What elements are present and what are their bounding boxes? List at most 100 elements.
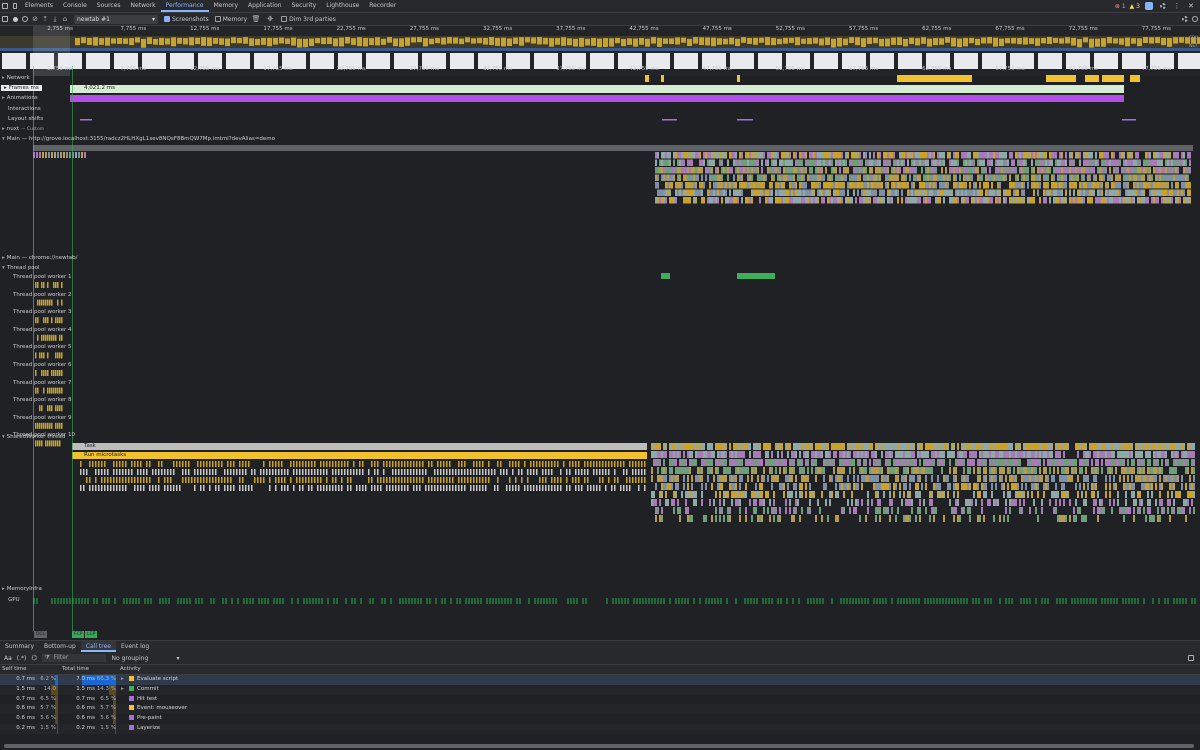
trace-event[interactable] [473,469,475,475]
trace-event[interactable] [975,152,977,159]
trace-event[interactable] [1031,167,1033,174]
trace-event[interactable] [747,182,749,189]
worker-task[interactable] [51,405,53,412]
trace-event[interactable] [1155,451,1157,458]
gpu-task[interactable] [441,598,443,604]
trace-event[interactable] [665,491,667,498]
trace-event[interactable] [1171,167,1173,174]
trace-event[interactable] [368,477,370,483]
trace-event[interactable] [1177,507,1179,514]
capture-settings-icon[interactable] [1180,14,1190,24]
trace-event[interactable] [1115,174,1117,182]
trace-event[interactable] [817,174,819,182]
trace-event[interactable] [911,451,913,458]
trace-event[interactable] [873,467,875,474]
trace-event[interactable] [877,499,879,506]
gpu-task[interactable] [312,598,314,604]
trace-event[interactable] [781,152,783,159]
trace-event[interactable] [1123,167,1125,174]
trace-event[interactable] [727,174,729,182]
trace-event[interactable] [869,174,871,182]
trace-event[interactable] [793,197,795,204]
trace-event[interactable] [1017,443,1019,450]
trace-event[interactable] [545,469,547,475]
trace-event[interactable] [488,477,490,483]
trace-event[interactable] [803,467,805,474]
gpu-task[interactable] [507,598,509,604]
trace-event[interactable] [260,477,262,483]
trace-event[interactable] [953,467,955,474]
trace-event[interactable] [879,507,881,514]
trace-event[interactable] [75,152,77,158]
trace-event[interactable] [518,469,520,475]
trace-event[interactable] [1009,491,1011,498]
trace-event[interactable] [1063,159,1065,167]
trace-event[interactable] [949,152,951,159]
trace-event[interactable] [779,189,781,197]
trace-event[interactable] [479,461,481,467]
trace-event[interactable] [867,507,869,514]
trace-event[interactable] [689,174,691,182]
trace-event[interactable] [985,459,987,466]
trace-event[interactable] [1015,167,1017,174]
trace-event[interactable] [386,485,388,491]
trace-event[interactable] [813,182,815,189]
trace-event[interactable] [921,443,923,450]
trace-event[interactable] [851,159,853,167]
trace-event[interactable] [1051,459,1053,466]
trace-event[interactable] [863,189,865,197]
trace-event[interactable] [494,485,496,491]
trace-event[interactable] [713,174,715,182]
gpu-task[interactable] [1194,598,1196,604]
trace-event[interactable] [1107,159,1109,167]
trace-event[interactable] [1165,174,1167,182]
trace-event[interactable] [485,469,487,475]
trace-event[interactable] [919,451,921,458]
gpu-task[interactable] [1143,598,1145,604]
trace-event[interactable] [278,477,280,483]
trace-event[interactable] [989,451,991,458]
trace-event[interactable] [1001,443,1003,450]
trace-event[interactable] [1009,197,1011,204]
trace-event[interactable] [745,167,747,174]
trace-event[interactable] [787,451,789,458]
trace-event[interactable] [975,443,977,450]
cpu-activity-segment[interactable] [1047,37,1052,44]
trace-event[interactable] [657,174,659,182]
trace-event[interactable] [917,467,919,474]
trace-event[interactable] [1105,483,1107,490]
trace-event[interactable] [269,461,271,467]
trace-event[interactable] [407,469,409,475]
trace-event[interactable] [805,189,807,197]
trace-event[interactable] [1137,443,1139,450]
trace-event[interactable] [1095,174,1097,182]
trace-event[interactable] [401,461,403,467]
trace-event[interactable] [743,451,745,458]
gpu-task[interactable] [177,598,179,604]
gpu-task[interactable] [984,598,986,604]
trace-event[interactable] [488,469,490,475]
trace-event[interactable] [239,469,241,475]
gpu-task[interactable] [1020,598,1022,604]
trace-event[interactable] [703,182,705,189]
trace-event[interactable] [811,174,813,182]
trace-event[interactable] [953,451,955,458]
trace-event[interactable] [1181,159,1183,167]
cpu-activity-segment[interactable] [897,37,902,46]
trace-event[interactable] [356,469,358,475]
trace-event[interactable] [777,182,779,189]
trace-event[interactable] [446,477,448,483]
worker-task[interactable] [43,387,45,394]
trace-event[interactable] [783,197,785,204]
trace-event[interactable] [1111,174,1113,182]
trace-event[interactable] [657,459,659,466]
trace-event[interactable] [1015,443,1017,450]
trace-event[interactable] [791,159,793,167]
cpu-activity-segment[interactable] [1065,37,1070,44]
trace-event[interactable] [566,469,568,475]
trace-event[interactable] [1073,507,1075,514]
trace-event[interactable] [655,515,657,522]
trace-event[interactable] [1071,159,1073,167]
trace-event[interactable] [1093,174,1095,182]
trace-event[interactable] [747,459,749,466]
